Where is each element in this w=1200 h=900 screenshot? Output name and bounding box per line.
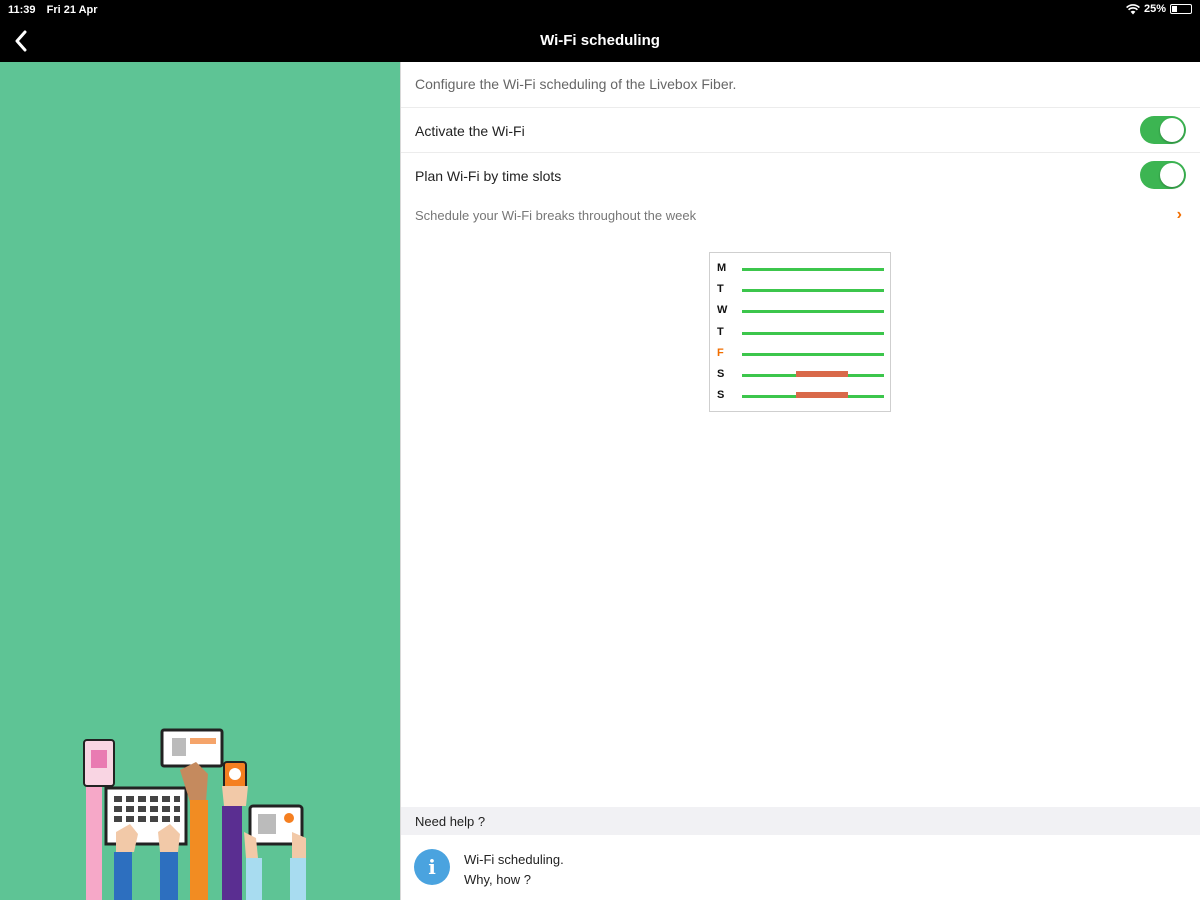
schedule-breaks-link[interactable]: Schedule your Wi-Fi breaks throughout th… bbox=[401, 200, 1200, 230]
schedule-day-row: M bbox=[710, 261, 890, 277]
schedule-day-row: T bbox=[710, 282, 890, 298]
activate-wifi-toggle[interactable] bbox=[1140, 116, 1186, 144]
schedule-day-letter: M bbox=[717, 262, 727, 274]
plan-wifi-label: Plan Wi-Fi by time slots bbox=[415, 168, 562, 184]
battery-percent: 25% bbox=[1143, 3, 1166, 15]
schedule-day-row: S bbox=[710, 388, 890, 404]
help-header: Need help ? bbox=[401, 807, 1200, 835]
status-date: Fri 21 Apr bbox=[46, 4, 98, 16]
illustration-panel bbox=[0, 62, 400, 900]
schedule-day-row: T bbox=[710, 325, 890, 341]
chevron-right-icon: › bbox=[1176, 206, 1182, 223]
nav-bar: Wi-Fi scheduling bbox=[0, 20, 1200, 62]
schedule-day-letter: S bbox=[717, 368, 725, 380]
schedule-day-letter: F bbox=[717, 346, 724, 359]
toggle-knob bbox=[1160, 118, 1184, 142]
wifi-on-line bbox=[742, 331, 884, 335]
wifi-on-line bbox=[742, 352, 884, 356]
plan-wifi-toggle[interactable] bbox=[1140, 161, 1186, 189]
activate-wifi-row: Activate the Wi-Fi bbox=[401, 107, 1200, 153]
status-time: 11:39 bbox=[8, 4, 36, 16]
schedule-day-row: W bbox=[710, 303, 890, 319]
weekly-schedule-preview[interactable]: MTWTFSS bbox=[709, 252, 891, 412]
intro-text: Configure the Wi-Fi scheduling of the Li… bbox=[415, 76, 737, 92]
schedule-day-row: F bbox=[710, 346, 890, 362]
help-item-wifi-scheduling[interactable]: i Wi-Fi scheduling. Why, how ? bbox=[401, 835, 1200, 900]
page-title: Wi-Fi scheduling bbox=[540, 32, 660, 49]
settings-panel: Configure the Wi-Fi scheduling of the Li… bbox=[401, 62, 1200, 900]
wifi-on-line bbox=[742, 289, 884, 293]
help-item-text: Wi-Fi scheduling. Why, how ? bbox=[464, 850, 564, 890]
schedule-day-row: S bbox=[710, 367, 890, 383]
wifi-on-line bbox=[742, 310, 884, 314]
schedule-breaks-label: Schedule your Wi-Fi breaks throughout th… bbox=[415, 208, 697, 223]
status-right: 25% bbox=[1126, 3, 1192, 15]
toggle-knob bbox=[1160, 163, 1184, 187]
help-item-line2: Why, how ? bbox=[464, 872, 531, 887]
plan-wifi-row: Plan Wi-Fi by time slots bbox=[401, 152, 1200, 198]
schedule-day-letter: S bbox=[717, 389, 725, 402]
schedule-day-letter: W bbox=[717, 304, 728, 317]
info-icon: i bbox=[414, 849, 450, 885]
schedule-day-letter: T bbox=[717, 325, 724, 338]
schedule-day-letter: T bbox=[717, 283, 724, 296]
status-bar: 11:39 Fri 21 Apr 25% bbox=[0, 0, 1200, 20]
wifi-break-slot bbox=[796, 371, 848, 377]
status-left: 11:39 Fri 21 Apr bbox=[8, 4, 106, 16]
help-header-label: Need help ? bbox=[415, 814, 486, 829]
wifi-icon bbox=[1126, 3, 1140, 14]
wifi-on-line bbox=[742, 268, 884, 271]
devices-illustration bbox=[83, 728, 306, 900]
help-item-line1: Wi-Fi scheduling. bbox=[464, 852, 564, 867]
wifi-break-slot bbox=[796, 392, 848, 399]
activate-wifi-label: Activate the Wi-Fi bbox=[415, 123, 525, 139]
battery-icon bbox=[1170, 4, 1192, 14]
